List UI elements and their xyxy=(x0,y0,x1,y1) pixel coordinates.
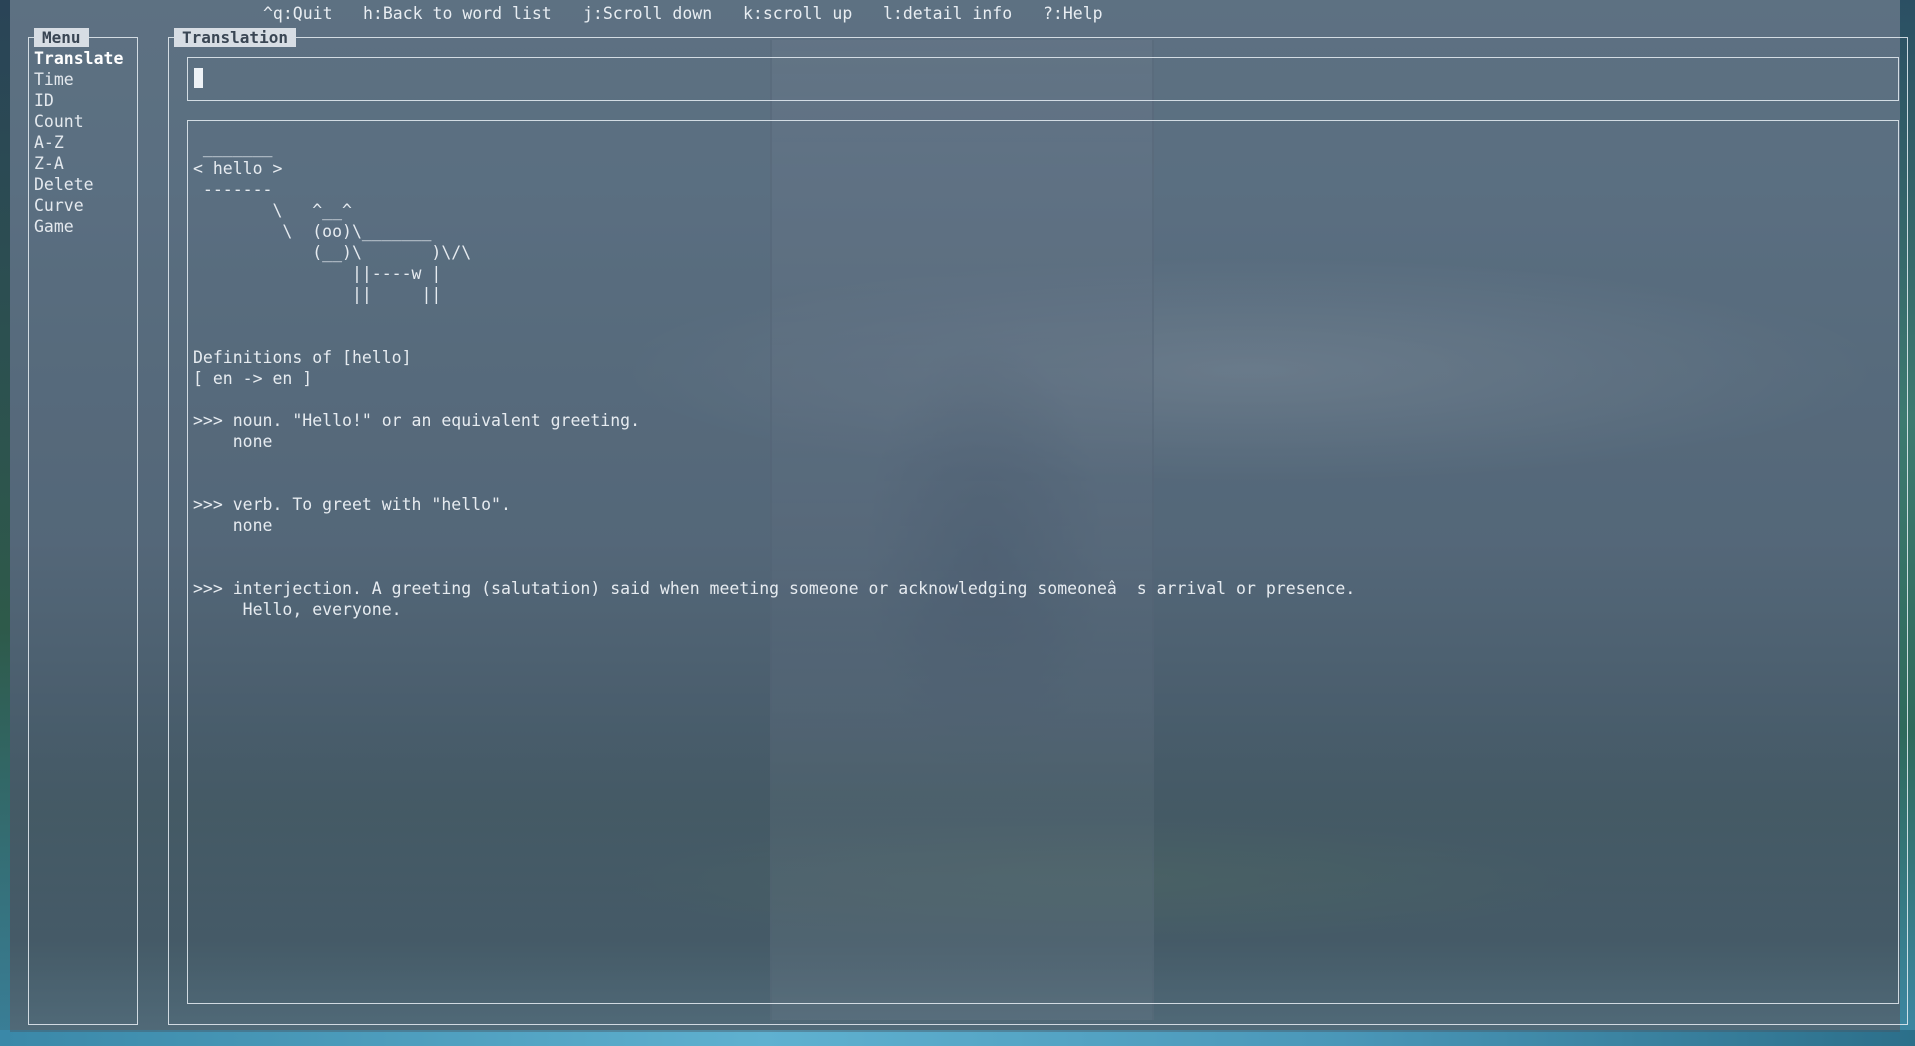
definition-interjection: >>> interjection. A greeting (salutation… xyxy=(193,579,1356,598)
example-verb: none xyxy=(193,516,273,535)
text-cursor xyxy=(194,68,203,88)
language-pair: [ en -> en ] xyxy=(193,369,313,388)
definitions-header: Definitions of [hello] xyxy=(193,348,412,367)
menu-item-delete[interactable]: Delete xyxy=(34,174,123,195)
wallpaper-left-edge xyxy=(0,0,10,1046)
keybinding-help: ?:Help xyxy=(1043,4,1103,23)
keybinding-detail-info: l:detail info xyxy=(883,4,1013,23)
keybinding-scroll-down: j:Scroll down xyxy=(583,4,713,23)
terminal-window: ^q:Quit h:Back to word list j:Scroll dow… xyxy=(10,0,1908,1032)
menu-item-count[interactable]: Count xyxy=(34,111,123,132)
menu-item-z-a[interactable]: Z-A xyxy=(34,153,123,174)
keybinding-back: h:Back to word list xyxy=(363,4,552,23)
keybinding-bar: ^q:Quit h:Back to word list j:Scroll dow… xyxy=(10,4,1103,26)
keybinding-scroll-up: k:scroll up xyxy=(743,4,853,23)
keybinding-quit: ^q:Quit xyxy=(263,4,333,23)
translation-text: _______ < hello > ------- \ ^__^ \ (oo)\… xyxy=(193,137,1355,620)
translation-output[interactable]: _______ < hello > ------- \ ^__^ \ (oo)\… xyxy=(187,120,1899,1004)
cowsay-art: _______ < hello > ------- \ ^__^ \ (oo)\… xyxy=(193,138,472,304)
example-interjection: Hello, everyone. xyxy=(193,600,402,619)
wallpaper-bottom-edge xyxy=(0,1030,1915,1046)
menu-panel: Menu Translate Time ID Count A-Z Z-A Del… xyxy=(28,28,138,1025)
definition-noun: >>> noun. "Hello!" or an equivalent gree… xyxy=(193,411,641,430)
example-noun: none xyxy=(193,432,273,451)
menu-item-a-z[interactable]: A-Z xyxy=(34,132,123,153)
menu-title: Menu xyxy=(34,28,89,47)
menu-item-id[interactable]: ID xyxy=(34,90,123,111)
menu-item-time[interactable]: Time xyxy=(34,69,123,90)
menu-item-game[interactable]: Game xyxy=(34,216,123,237)
menu-item-curve[interactable]: Curve xyxy=(34,195,123,216)
translation-title: Translation xyxy=(174,28,296,47)
menu-list: Translate Time ID Count A-Z Z-A Delete C… xyxy=(34,48,123,237)
menu-item-translate[interactable]: Translate xyxy=(34,48,123,69)
word-input[interactable] xyxy=(187,57,1899,101)
definition-verb: >>> verb. To greet with "hello". xyxy=(193,495,511,514)
